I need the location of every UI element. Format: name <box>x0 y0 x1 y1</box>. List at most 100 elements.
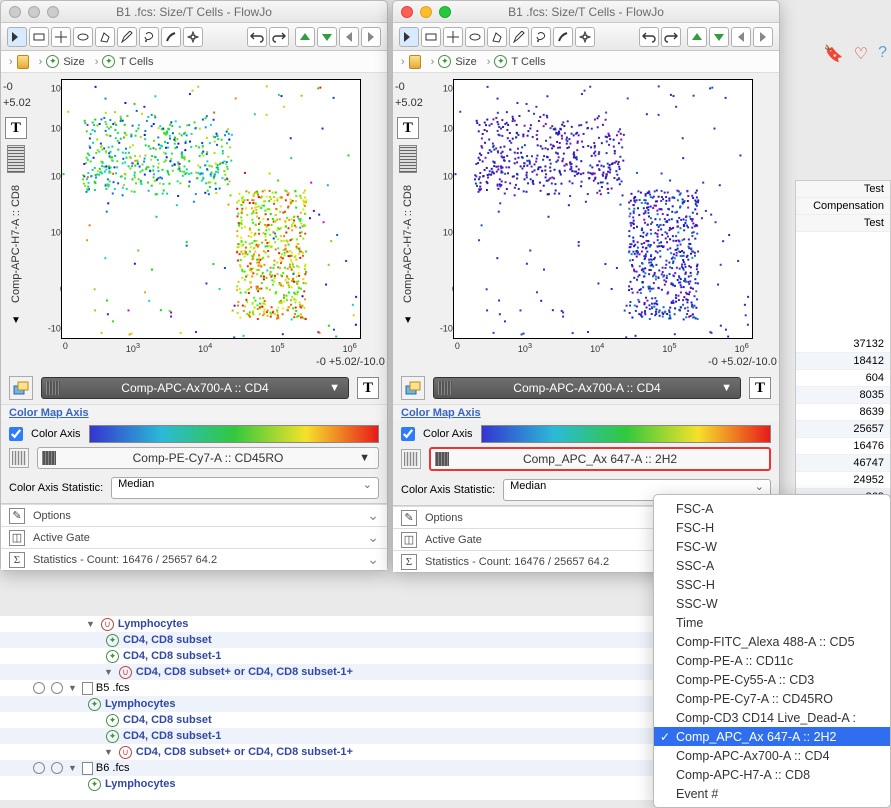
y-offset-top: -0 <box>393 79 423 95</box>
traffic-lights[interactable] <box>401 6 451 18</box>
curly-quad-tool[interactable] <box>183 27 203 47</box>
color-axis-parameter-dropdown[interactable]: Comp-PE-Cy7-A :: CD45RO▼ <box>37 447 379 469</box>
bc-tcells[interactable]: › ✦ T Cells <box>487 55 546 68</box>
color-axis-checkbox[interactable] <box>401 427 415 441</box>
color-axis-label: Color Axis <box>31 428 81 440</box>
rect-gate-tool[interactable] <box>29 27 49 47</box>
gate-icon: ◫ <box>401 532 417 548</box>
color-gradient[interactable] <box>481 425 771 443</box>
x-axis-transform-button[interactable]: T <box>749 377 771 399</box>
x-axis-control-row: Comp-APC-Ax700-A :: CD4 ▼ T <box>1 372 387 404</box>
col-header-1: Test <box>796 181 890 198</box>
background-toolbar-icons: 🔖 ♡ ? <box>824 44 887 64</box>
menu-item[interactable]: FSC-A <box>654 499 890 518</box>
x-axis-parameter-dropdown[interactable]: Comp-APC-Ax700-A :: CD4 ▼ <box>41 377 349 399</box>
y-axis-label[interactable]: Comp-APC-H7-A :: CD8 <box>402 185 414 303</box>
nav-prev-button[interactable] <box>339 27 359 47</box>
x-axis-transform-button[interactable]: T <box>357 377 379 399</box>
x-axis-parameter-dropdown[interactable]: Comp-APC-Ax700-A :: CD4 ▼ <box>433 377 741 399</box>
polygon-gate-tool[interactable] <box>95 27 115 47</box>
y-axis-grip[interactable] <box>7 145 25 173</box>
lasso-gate-tool[interactable] <box>139 27 159 47</box>
menu-item[interactable]: Comp-APC-H7-A :: CD8 <box>654 765 890 784</box>
quad-gate-tool[interactable] <box>443 27 463 47</box>
menu-item[interactable]: ✓Comp_APC_Ax 647-A :: 2H2 <box>654 727 890 746</box>
toolbar <box>393 23 779 51</box>
redo-button[interactable] <box>269 27 289 47</box>
layer-icon[interactable] <box>9 376 33 400</box>
breadcrumb[interactable]: › › ✦ Size › ✦ T Cells <box>1 51 387 73</box>
quad-gate-tool[interactable] <box>51 27 71 47</box>
auto-gate-tool[interactable] <box>161 27 181 47</box>
polygon-gate-tool[interactable] <box>487 27 507 47</box>
menu-item[interactable]: Comp-FITC_Alexa 488-A :: CD5 <box>654 632 890 651</box>
help-icon[interactable]: ? <box>878 44 887 64</box>
nav-down-button[interactable] <box>317 27 337 47</box>
traffic-lights[interactable] <box>9 6 59 18</box>
nav-up-button[interactable] <box>295 27 315 47</box>
color-axis-parameter-dropdown[interactable]: Comp_APC_Ax 647-A :: 2H2 <box>429 447 771 471</box>
y-axis-transform-button[interactable]: T <box>397 117 419 139</box>
tree-label: CD4, CD8 subset-1 <box>123 650 221 662</box>
pencil-gate-tool[interactable] <box>117 27 137 47</box>
color-statistic-select[interactable]: Median ⌄ <box>111 477 379 499</box>
nav-prev-button[interactable] <box>731 27 751 47</box>
scatter-plot[interactable] <box>61 79 361 339</box>
undo-button[interactable] <box>639 27 659 47</box>
color-axis-row: Color Axis <box>393 421 779 447</box>
menu-item[interactable]: Comp-APC-Ax700-A :: CD4 <box>654 746 890 765</box>
active-gate-panel[interactable]: ◫ Active Gate⌄ <box>1 526 387 548</box>
bc-tcells[interactable]: › ✦ T Cells <box>95 55 154 68</box>
options-panel[interactable]: ✎ Options⌄ <box>1 504 387 526</box>
nav-up-button[interactable] <box>687 27 707 47</box>
scatter-plot[interactable] <box>453 79 753 339</box>
nav-next-button[interactable] <box>361 27 381 47</box>
menu-item[interactable]: SSC-A <box>654 556 890 575</box>
pencil-gate-tool[interactable] <box>509 27 529 47</box>
tree-label: B5 .fcs <box>96 682 130 694</box>
statistics-panel[interactable]: Σ Statistics - Count: 16476 / 25657 64.2… <box>1 548 387 570</box>
menu-item[interactable]: Comp-PE-Cy7-A :: CD45RO <box>654 689 890 708</box>
menu-item[interactable]: Comp-PE-Cy55-A :: CD3 <box>654 670 890 689</box>
nav-next-button[interactable] <box>753 27 773 47</box>
redo-button[interactable] <box>661 27 681 47</box>
menu-item[interactable]: FSC-W <box>654 537 890 556</box>
titlebar[interactable]: B1 .fcs: Size/T Cells - FlowJo <box>1 1 387 23</box>
auto-gate-tool[interactable] <box>553 27 573 47</box>
y-axis-transform-button[interactable]: T <box>5 117 27 139</box>
bookmark-icon[interactable]: 🔖 <box>824 44 844 64</box>
menu-item[interactable]: SSC-W <box>654 594 890 613</box>
pointer-tool[interactable] <box>399 27 419 47</box>
bc-root[interactable]: › <box>401 55 421 69</box>
color-axis-grip-icon[interactable] <box>401 449 421 469</box>
bc-size[interactable]: › ✦ Size <box>39 55 85 68</box>
bc-root[interactable]: › <box>9 55 29 69</box>
curly-quad-tool[interactable] <box>575 27 595 47</box>
color-axis-checkbox[interactable] <box>9 427 23 441</box>
menu-item[interactable]: Event # <box>654 784 890 803</box>
menu-item[interactable]: Comp-PE-A :: CD11c <box>654 651 890 670</box>
y-axis-label[interactable]: Comp-APC-H7-A :: CD8 <box>10 185 22 303</box>
rect-gate-tool[interactable] <box>421 27 441 47</box>
tree-label: B6 .fcs <box>96 762 130 774</box>
undo-button[interactable] <box>247 27 267 47</box>
heart-icon[interactable]: ♡ <box>854 44 868 64</box>
titlebar[interactable]: B1 .fcs: Size/T Cells - FlowJo <box>393 1 779 23</box>
nav-down-button[interactable] <box>709 27 729 47</box>
y-axis-grip[interactable] <box>399 145 417 173</box>
color-gradient[interactable] <box>89 425 379 443</box>
menu-item[interactable]: FSC-H <box>654 518 890 537</box>
menu-item[interactable]: SSC-H <box>654 575 890 594</box>
pointer-tool[interactable] <box>7 27 27 47</box>
menu-item[interactable]: Comp-CD3 CD14 Live_Dead-A : <box>654 708 890 727</box>
lasso-gate-tool[interactable] <box>531 27 551 47</box>
axis-parameter-menu[interactable]: FSC-A FSC-H FSC-W SSC-A SSC-H SSC-W Time… <box>653 494 891 808</box>
bc-size[interactable]: › ✦ Size <box>431 55 477 68</box>
val-8: 24952 <box>796 472 890 489</box>
color-axis-grip-icon[interactable] <box>9 448 29 468</box>
ellipse-gate-tool[interactable] <box>73 27 93 47</box>
breadcrumb[interactable]: › › ✦ Size › ✦ T Cells <box>393 51 779 73</box>
ellipse-gate-tool[interactable] <box>465 27 485 47</box>
menu-item[interactable]: Time <box>654 613 890 632</box>
layer-icon[interactable] <box>401 376 425 400</box>
